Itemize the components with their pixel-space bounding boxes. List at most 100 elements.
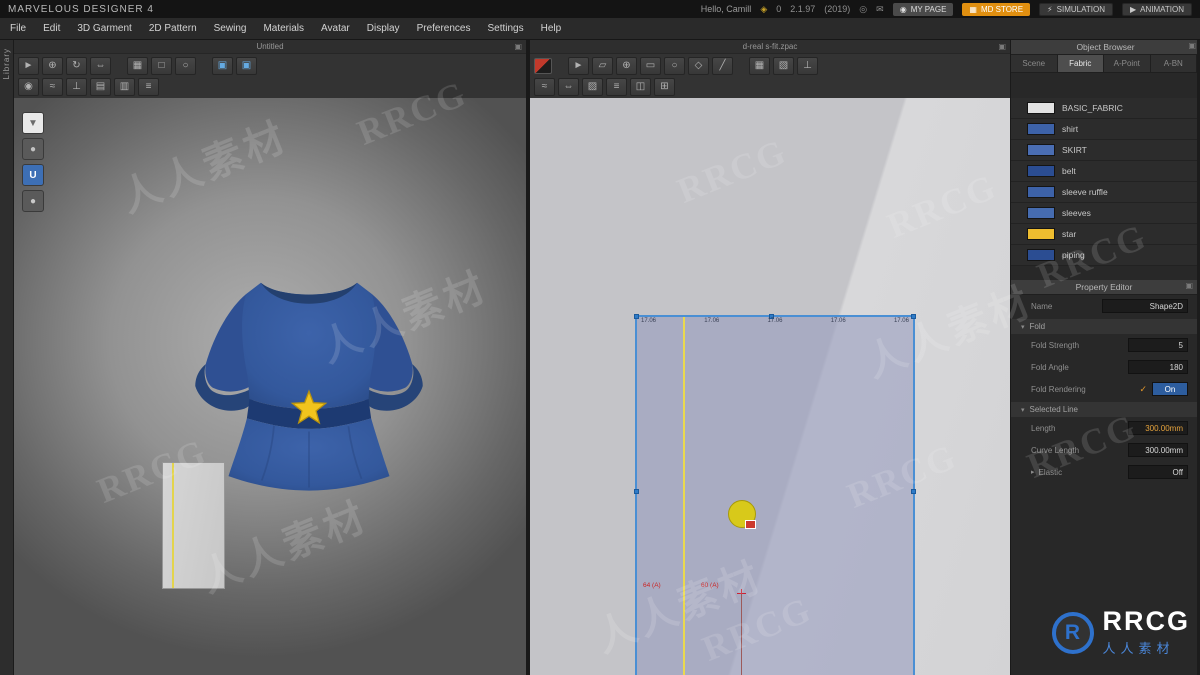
panel-menu-icon[interactable]: ▣ bbox=[514, 40, 522, 54]
mail-icon[interactable]: ✉ bbox=[876, 4, 884, 15]
panel-layout-icon[interactable]: ⊞ bbox=[654, 77, 675, 96]
floating-pattern-piece[interactable] bbox=[162, 462, 225, 589]
fabric-item-basic-fabric[interactable]: BASIC_FABRIC bbox=[1011, 98, 1197, 119]
show-seams-toggle-icon[interactable]: ≡ bbox=[606, 77, 627, 96]
my-page-button[interactable]: ◉ MY PAGE bbox=[892, 2, 954, 16]
object-browser-header: Object Browser ▣ bbox=[1011, 40, 1200, 55]
circle-pattern-tool-icon[interactable]: ○ bbox=[664, 56, 685, 75]
pattern-handle[interactable] bbox=[911, 314, 916, 319]
internal-line[interactable] bbox=[683, 317, 685, 675]
3d-canvas[interactable]: ▼ ● U ● bbox=[14, 98, 526, 675]
pattern-handle[interactable] bbox=[634, 314, 639, 319]
notch-tool-icon[interactable]: ⊥ bbox=[797, 56, 818, 75]
fabric-color-icon[interactable] bbox=[534, 57, 552, 74]
pattern-handle[interactable] bbox=[634, 488, 639, 494]
menu-item-2d-pattern[interactable]: 2D Pattern bbox=[149, 23, 197, 34]
name-field[interactable]: Shape2D bbox=[1102, 299, 1188, 313]
box-select-tool-icon[interactable]: □ bbox=[151, 56, 172, 75]
md-store-button[interactable]: ▦ MD STORE bbox=[962, 2, 1031, 16]
fold-section-header[interactable]: ▾ Fold bbox=[1011, 319, 1197, 334]
simulation-button[interactable]: ⚡ SIMULATION bbox=[1039, 2, 1113, 16]
viewport-2d-header: d-real s-fit.zpac ▣ bbox=[530, 40, 1010, 54]
tab-a-bn[interactable]: A-BN bbox=[1150, 55, 1197, 73]
fabric-item-star[interactable]: star bbox=[1011, 224, 1197, 245]
fabric-item-sleeves[interactable]: sleeves bbox=[1011, 203, 1197, 224]
menu-item-sewing[interactable]: Sewing bbox=[214, 23, 247, 34]
show-garment-toggle-icon[interactable]: ▥ bbox=[114, 77, 135, 96]
fabric-swatch bbox=[1027, 207, 1055, 219]
sync-2d-toggle-icon[interactable]: ▣ bbox=[212, 56, 233, 75]
menu-item-preferences[interactable]: Preferences bbox=[417, 23, 471, 34]
library-tab[interactable]: Library bbox=[2, 48, 11, 79]
dart-tool-icon[interactable]: ◇ bbox=[688, 56, 709, 75]
transform-pattern-tool-icon[interactable]: ► bbox=[568, 56, 589, 75]
tab-a-point[interactable]: A-Point bbox=[1104, 55, 1151, 73]
rotate-gizmo-icon[interactable]: ↻ bbox=[66, 56, 87, 75]
tack-tool-icon[interactable]: ⊥ bbox=[66, 77, 87, 96]
selected-line-section-header[interactable]: ▾ Selected Line bbox=[1011, 402, 1197, 417]
head-library-icon[interactable]: ● bbox=[22, 190, 44, 212]
add-point-tool-icon[interactable]: ⊕ bbox=[616, 56, 637, 75]
animation-button[interactable]: ▶ ANIMATION bbox=[1121, 2, 1192, 16]
rectangle-pattern-tool-icon[interactable]: ▭ bbox=[640, 56, 661, 75]
pattern-move-cursor-icon bbox=[745, 520, 756, 529]
menu-item-materials[interactable]: Materials bbox=[263, 23, 304, 34]
viewport-3d-toolbar: ► ⊕ ↻ ⇔ ▦ □ ○ ▣ ▣ ◉ ≈ ⊥ ▤ ▥ ≡ bbox=[14, 54, 526, 98]
menu-item-help[interactable]: Help bbox=[541, 23, 562, 34]
sync-3d-toggle-icon[interactable]: ▣ bbox=[236, 56, 257, 75]
line-length-field[interactable]: 300.00mm bbox=[1128, 421, 1188, 435]
pattern-handle[interactable] bbox=[911, 488, 916, 494]
tab-scene[interactable]: Scene bbox=[1011, 55, 1058, 73]
selected-pattern-piece[interactable]: 17.06 17.06 17.06 17.06 17.06 64 (A) 60 … bbox=[634, 314, 916, 675]
fold-angle-field[interactable]: 180 bbox=[1128, 360, 1188, 374]
edit-pattern-tool-icon[interactable]: ▱ bbox=[592, 56, 613, 75]
panel-menu-icon[interactable]: ▣ bbox=[1185, 281, 1193, 290]
fabric-item-skirt[interactable]: SKIRT bbox=[1011, 140, 1197, 161]
fold-rendering-toggle[interactable]: On bbox=[1152, 382, 1188, 396]
2d-canvas[interactable]: 17.06 17.06 17.06 17.06 17.06 64 (A) 60 … bbox=[530, 98, 1010, 675]
display-options-icon[interactable]: ≡ bbox=[138, 77, 159, 96]
fold-strength-field[interactable]: 5 bbox=[1128, 338, 1188, 352]
cart-icon: ▦ bbox=[969, 4, 977, 14]
rrcg-brand-text: RRCG bbox=[1102, 606, 1190, 636]
select-tool-icon[interactable]: ► bbox=[18, 56, 39, 75]
seam-length-label: 60 (A) bbox=[701, 582, 719, 589]
menu-item-3d-garment[interactable]: 3D Garment bbox=[77, 23, 131, 34]
garment-library-icon[interactable]: ▼ bbox=[22, 112, 44, 134]
avatar-library-icon[interactable]: ● bbox=[22, 138, 44, 160]
menu-item-file[interactable]: File bbox=[10, 23, 26, 34]
mesh-select-tool-icon[interactable]: ▦ bbox=[127, 56, 148, 75]
free-sew-tool-icon[interactable]: ⇔ bbox=[558, 77, 579, 96]
property-editor-title: Property Editor bbox=[1075, 282, 1133, 292]
show-grid-toggle-icon[interactable]: ◫ bbox=[630, 77, 651, 96]
tab-fabric[interactable]: Fabric bbox=[1057, 55, 1104, 73]
elastic-label-text: Elastic bbox=[1038, 467, 1063, 477]
texture-tool-icon[interactable]: ▨ bbox=[582, 77, 603, 96]
lasso-select-tool-icon[interactable]: ○ bbox=[175, 56, 196, 75]
menu-item-display[interactable]: Display bbox=[367, 23, 400, 34]
move-gizmo-icon[interactable]: ⊕ bbox=[42, 56, 63, 75]
grading-tool-icon[interactable]: ▦ bbox=[749, 56, 770, 75]
internal-line-tool-icon[interactable]: ╱ bbox=[712, 56, 733, 75]
fabric-item-piping[interactable]: piping bbox=[1011, 245, 1197, 266]
menu-item-avatar[interactable]: Avatar bbox=[321, 23, 350, 34]
panel-menu-icon[interactable]: ▣ bbox=[998, 40, 1006, 54]
wind-tool-icon[interactable]: ≈ bbox=[42, 77, 63, 96]
panel-menu-icon[interactable]: ▣ bbox=[1188, 41, 1196, 50]
scale-gizmo-icon[interactable]: ⇔ bbox=[90, 56, 111, 75]
menu-item-edit[interactable]: Edit bbox=[43, 23, 60, 34]
menu-item-settings[interactable]: Settings bbox=[487, 23, 523, 34]
show-avatar-toggle-icon[interactable]: ▤ bbox=[90, 77, 111, 96]
grading-view-icon[interactable]: ▧ bbox=[773, 56, 794, 75]
segment-sew-tool-icon[interactable]: ≈ bbox=[534, 77, 555, 96]
version-label: 2.1.97 bbox=[790, 4, 816, 14]
library-u-icon[interactable]: U bbox=[22, 164, 44, 186]
fabric-item-shirt[interactable]: shirt bbox=[1011, 119, 1197, 140]
notification-icon[interactable]: ◎ bbox=[859, 4, 867, 15]
fabric-item-belt[interactable]: belt bbox=[1011, 161, 1197, 182]
curve-length-field[interactable]: 300.00mm bbox=[1128, 443, 1188, 457]
elastic-field[interactable]: Off bbox=[1128, 465, 1188, 479]
fabric-item-sleeve-ruffle[interactable]: sleeve ruffle bbox=[1011, 182, 1197, 203]
property-editor: Property Editor ▣ Name Shape2D ▾ Fold Fo… bbox=[1011, 280, 1197, 483]
pin-tool-icon[interactable]: ◉ bbox=[18, 77, 39, 96]
